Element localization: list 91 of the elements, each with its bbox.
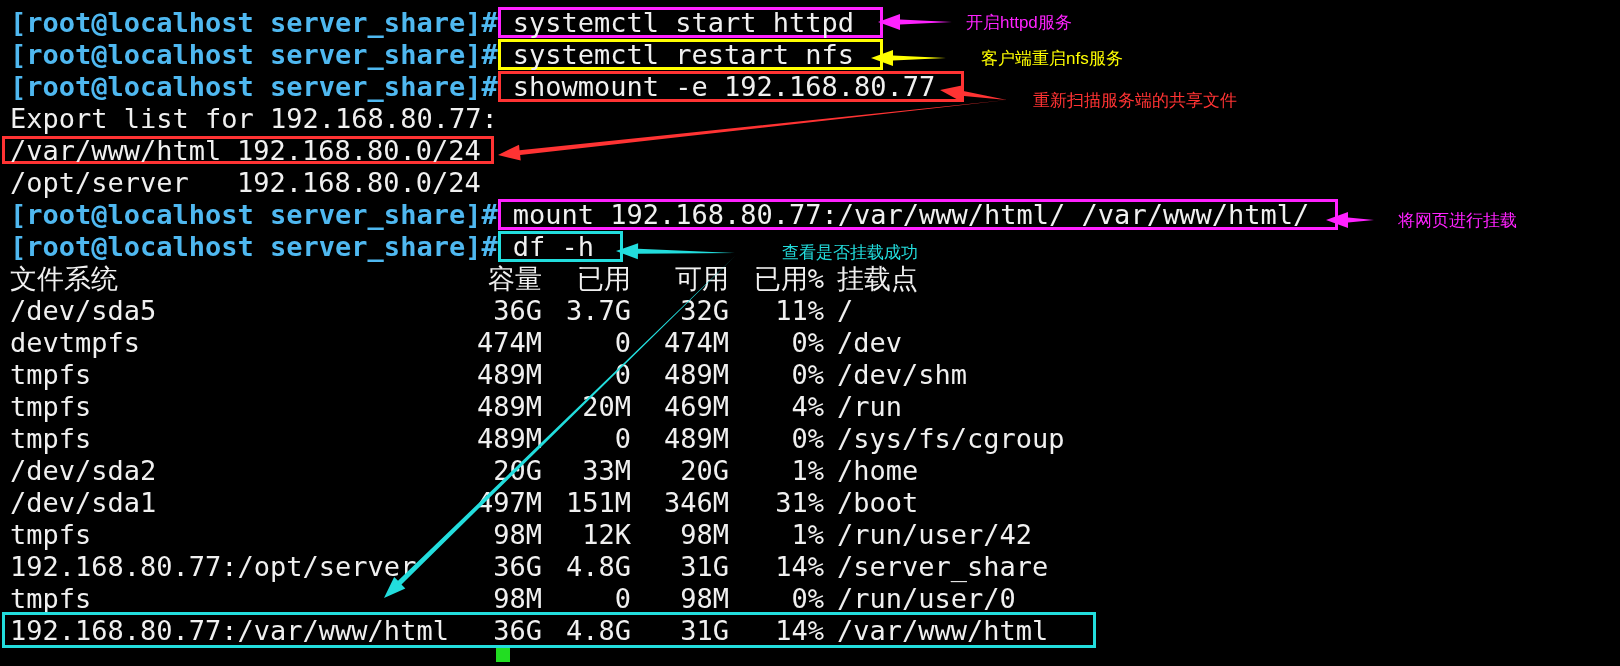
export-path: /var/www/html (10, 136, 223, 164)
shell-prompt: [root@localhost server_share]# (10, 8, 498, 36)
table-cell-text: 14% (774, 552, 824, 580)
shell-prompt: [root@localhost server_share]# (10, 232, 498, 260)
table-cell-text: 14% (774, 616, 824, 644)
table-cell-text: /dev/sda1 (10, 488, 158, 516)
table-cell-text: 0% (790, 360, 824, 388)
table-cell-text: 151M (564, 488, 631, 516)
cursor-block (496, 648, 510, 662)
table-cell-text: 0 (613, 424, 631, 452)
table-cell-text: 4.8G (564, 616, 631, 644)
command-text: systemctl restart nfs (497, 38, 884, 70)
table-cell-text: 0 (613, 360, 631, 388)
table-cell-text: 98M (679, 584, 729, 612)
shell-prompt: [root@localhost server_share]# (10, 72, 498, 100)
table-cell-text: 0% (790, 584, 824, 612)
table-cell-text: 已用% (752, 264, 824, 292)
annotation-label: 开启httpd服务 (966, 12, 1072, 34)
table-cell-text: 挂载点 (836, 264, 918, 292)
table-cell-text: tmpfs (10, 360, 93, 388)
table-cell-text: 12K (581, 520, 631, 548)
command-text: mount 192.168.80.77:/var/www/html/ /var/www/html/ (497, 198, 1339, 230)
table-cell-text: 20M (581, 392, 631, 420)
table-cell-text: 469M (662, 392, 729, 420)
table-cell-text: /dev/sda5 (10, 296, 158, 324)
annotation-label: 查看是否挂载成功 (782, 242, 918, 264)
table-cell-text: 192.168.80.77:/opt/server (10, 552, 418, 580)
table-cell-text: /boot (836, 488, 919, 516)
annotation-label: 客户端重启nfs服务 (981, 48, 1123, 70)
table-cell-text: 0% (790, 424, 824, 452)
table-cell-text: 0 (613, 328, 631, 356)
command-text: showmount -e 192.168.80.77 (497, 70, 965, 102)
table-cell-text: /dev/shm (836, 360, 968, 388)
table-cell-text: tmpfs (10, 424, 93, 452)
table-cell-text: /server_share (836, 552, 1049, 580)
table-cell-text: 346M (662, 488, 729, 516)
table-cell-text: 36G (492, 552, 542, 580)
table-cell-text: 98M (492, 520, 542, 548)
table-cell-text: 11% (774, 296, 824, 324)
table-cell-text: 0 (613, 584, 631, 612)
table-cell-text: 489M (475, 424, 542, 452)
export-path: /opt/server (10, 168, 190, 196)
output-text: Export list for 192.168.80.77: (10, 104, 498, 132)
table-cell-text: /run/user/42 (836, 520, 1033, 548)
table-cell-text: 1% (790, 456, 824, 484)
table-cell-text: 474M (662, 328, 729, 356)
table-cell-text: tmpfs (10, 584, 93, 612)
table-cell-text: 1% (790, 520, 824, 548)
annotation-label: 将网页进行挂载 (1398, 210, 1517, 232)
table-cell-text: 20G (679, 456, 729, 484)
command-text: systemctl start httpd (497, 6, 884, 38)
table-cell-text: tmpfs (10, 520, 93, 548)
table-cell-text: /run (836, 392, 903, 420)
table-cell-text: /dev (836, 328, 903, 356)
table-cell-text: 36G (492, 616, 542, 644)
table-cell-text: 31% (774, 488, 824, 516)
table-cell-text: 31G (679, 552, 729, 580)
shell-prompt: [root@localhost server_share]# (10, 200, 498, 228)
table-cell-text: 4% (790, 392, 824, 420)
table-cell-text: 474M (475, 328, 542, 356)
table-cell-text: 32G (679, 296, 729, 324)
table-cell-text: 31G (679, 616, 729, 644)
annotation-label: 重新扫描服务端的共享文件 (1033, 90, 1237, 112)
table-cell-text: 36G (492, 296, 542, 324)
table-cell-text: 0% (790, 328, 824, 356)
table-cell-text: 3.7G (564, 296, 631, 324)
export-clients: 192.168.80.0/24 (237, 136, 481, 164)
export-clients: 192.168.80.0/24 (237, 168, 481, 196)
shell-prompt: [root@localhost server_share]# (10, 40, 498, 68)
table-cell: 192.168.80.77:/var/www/html (10, 616, 450, 644)
table-cell-text: 文件系统 (10, 264, 119, 292)
command-text: df -h (497, 230, 623, 262)
table-cell-text: devtmpfs (10, 328, 142, 356)
table-cell-text: 已用 (576, 264, 631, 292)
table-cell-text: 489M (662, 360, 729, 388)
table-cell-text: 可用 (674, 264, 729, 292)
table-cell-text: /sys/fs/cgroup (836, 424, 1065, 452)
table-cell-text: 98M (492, 584, 542, 612)
table-cell-text: 489M (662, 424, 729, 452)
table-cell-text: 98M (679, 520, 729, 548)
table-cell-text: 4.8G (564, 552, 631, 580)
table-cell-text: /var/www/html (836, 616, 1049, 644)
table-cell-text: 489M (475, 360, 542, 388)
table-cell-text: tmpfs (10, 392, 93, 420)
table-cell-text: /dev/sda2 (10, 456, 158, 484)
table-cell-text: /run/user/0 (836, 584, 1016, 612)
table-cell-text: /home (836, 456, 919, 484)
table-cell-text: / (836, 296, 854, 324)
table-cell-text: 容量 (487, 264, 542, 292)
table-cell-text: 33M (581, 456, 631, 484)
table-cell-text: 489M (475, 392, 542, 420)
